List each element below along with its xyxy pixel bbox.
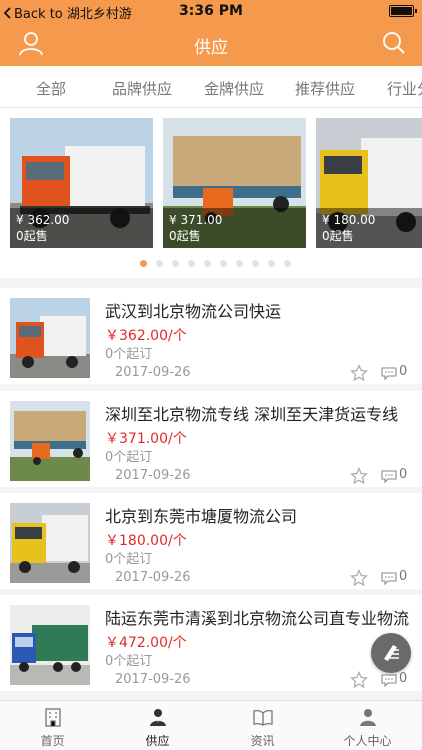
status-bar: Back to 湖北乡村游 3:36 PM: [0, 0, 422, 22]
item-date: 2017-09-26: [115, 468, 191, 483]
banner-carousel[interactable]: ¥ 362.00 0起售 ¥ 371.00 0起售 ¥ 180.00 0起售: [0, 108, 422, 278]
banner-slide[interactable]: ¥ 371.00 0起售: [163, 118, 306, 248]
slide-moq: 0起售: [16, 229, 48, 243]
item-moq: 0个起订: [105, 347, 153, 362]
page-title: 供应: [194, 38, 228, 58]
edit-fab-button[interactable]: [371, 633, 411, 673]
comment-icon[interactable]: [381, 572, 397, 585]
tab-recommended-supply[interactable]: 推荐供应: [295, 78, 355, 99]
supplier-icon: [150, 709, 166, 726]
favorite-star-icon[interactable]: [350, 671, 368, 689]
battery-icon: [389, 5, 417, 17]
item-thumbnail: [10, 401, 90, 481]
tabbar-news-label: 资讯: [250, 734, 275, 748]
item-title[interactable]: 陆运东莞市清溪到北京物流公司直专业物流: [105, 605, 410, 629]
comment-count: 0: [399, 364, 408, 379]
building-icon: [45, 708, 61, 727]
comment-count: 0: [399, 569, 408, 584]
carousel-dot[interactable]: [171, 260, 179, 267]
slide-price: ¥ 180.00: [322, 213, 376, 227]
tabbar-home[interactable]: 首页: [0, 701, 105, 750]
favorite-star-icon[interactable]: [350, 569, 368, 587]
item-moq: 0个起订: [105, 654, 153, 669]
bottom-tab-bar: 首页 供应 资讯 个人中心: [0, 700, 422, 750]
item-moq: 0个起订: [105, 450, 153, 465]
item-price: ￥362.00/个: [105, 328, 187, 344]
carousel-dot[interactable]: [219, 260, 227, 267]
favorite-star-icon[interactable]: [350, 364, 368, 382]
tab-brand-supply[interactable]: 品牌供应: [112, 78, 172, 99]
slide-price: ¥ 362.00: [16, 213, 70, 227]
item-price: ￥371.00/个: [105, 431, 187, 447]
item-price: ￥180.00/个: [105, 533, 187, 549]
carousel-dot[interactable]: [235, 260, 243, 267]
nav-bar: 供应: [0, 22, 422, 66]
list-item[interactable]: 武汉到北京物流公司快运 ￥362.00/个 0个起订 2017-09-26 0: [0, 288, 422, 384]
list-item[interactable]: 深圳至北京物流专线 深圳至天津货运专线 ￥371.00/个 0个起订 2017-…: [0, 391, 422, 487]
carousel-dot[interactable]: [283, 260, 291, 267]
slide-price: ¥ 371.00: [169, 213, 223, 227]
list-item[interactable]: 北京到东莞市塘厦物流公司 ￥180.00/个 0个起订 2017-09-26 0: [0, 493, 422, 589]
item-title[interactable]: 武汉到北京物流公司快运: [105, 298, 410, 322]
category-tabs: 全部 品牌供应 金牌供应 推荐供应 行业分: [0, 66, 422, 108]
carousel-dot[interactable]: [251, 260, 259, 267]
item-title[interactable]: 北京到东莞市塘厦物流公司: [105, 503, 410, 527]
comment-icon[interactable]: [381, 470, 397, 483]
comment-count: 0: [399, 671, 408, 686]
favorite-star-icon[interactable]: [350, 467, 368, 485]
search-icon[interactable]: [382, 31, 406, 55]
comment-icon[interactable]: [381, 674, 397, 687]
tabbar-profile-label: 个人中心: [343, 734, 392, 748]
carousel-dot[interactable]: [203, 260, 211, 267]
carousel-dot[interactable]: [267, 260, 275, 267]
slide-moq: 0起售: [322, 229, 354, 243]
item-date: 2017-09-26: [115, 365, 191, 380]
tabbar-supply-label: 供应: [145, 734, 170, 748]
tabbar-home-label: 首页: [40, 734, 65, 748]
profile-icon: [360, 709, 376, 726]
item-moq: 0个起订: [105, 552, 153, 567]
carousel-dots: [0, 260, 422, 267]
banner-slide[interactable]: ¥ 362.00 0起售: [10, 118, 153, 248]
tabbar-supply[interactable]: 供应: [105, 701, 210, 750]
item-date: 2017-09-26: [115, 570, 191, 585]
book-icon: [253, 709, 273, 726]
tabbar-profile[interactable]: 个人中心: [315, 701, 420, 750]
slide-moq: 0起售: [169, 229, 201, 243]
carousel-dot[interactable]: [187, 260, 195, 267]
comment-count: 0: [399, 467, 408, 482]
list-item[interactable]: 陆运东莞市清溪到北京物流公司直专业物流 ￥472.00/个 0个起订 2017-…: [0, 595, 422, 691]
slide-caption: ¥ 362.00 0起售: [10, 208, 153, 248]
tabbar-news[interactable]: 资讯: [210, 701, 315, 750]
item-title[interactable]: 深圳至北京物流专线 深圳至天津货运专线: [105, 401, 410, 425]
status-time: 3:36 PM: [179, 3, 243, 19]
slide-caption: ¥ 371.00 0起售: [163, 208, 306, 248]
comment-icon[interactable]: [381, 367, 397, 380]
edit-icon: [384, 645, 399, 661]
carousel-dot[interactable]: [155, 260, 163, 267]
carousel-dot-active[interactable]: [139, 260, 147, 267]
item-date: 2017-09-26: [115, 672, 191, 687]
item-thumbnail: [10, 605, 90, 685]
tab-all[interactable]: 全部: [36, 78, 66, 99]
tab-industry[interactable]: 行业分: [387, 78, 422, 99]
item-thumbnail: [10, 503, 90, 583]
item-price: ￥472.00/个: [105, 635, 187, 651]
item-thumbnail: [10, 298, 90, 378]
tab-gold-supply[interactable]: 金牌供应: [204, 78, 264, 99]
banner-slide[interactable]: ¥ 180.00 0起售: [316, 118, 422, 248]
slide-caption: ¥ 180.00 0起售: [316, 208, 422, 248]
